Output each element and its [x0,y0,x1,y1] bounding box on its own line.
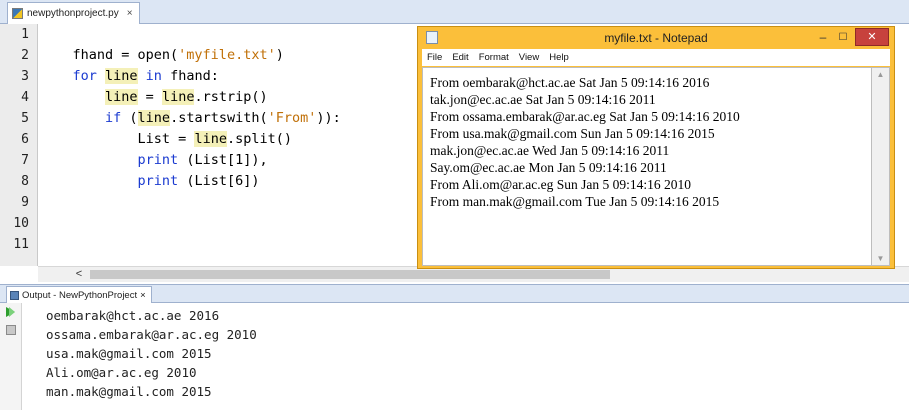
maximize-button[interactable]: ☐ [834,30,852,46]
line-number: 11 [13,237,29,252]
text-line: From Ali.om@ar.ac.eg Sun Jan 5 09:14:16 … [430,177,692,192]
python-file-icon [12,8,23,19]
line-number: 6 [21,132,29,147]
notepad-title-bar[interactable]: myfile.txt - Notepad – ☐ ✕ [418,27,894,49]
output-console[interactable]: oembarak@hct.ac.ae 2016 ossama.embarak@a… [46,306,257,401]
output-line: usa.mak@gmail.com 2015 [46,346,212,361]
close-icon[interactable]: × [140,290,146,301]
minimize-button[interactable]: – [814,30,832,46]
string-literal: 'From' [267,110,317,126]
code-area[interactable]: fhand = open('myfile.txt') for line in f… [40,24,420,266]
text-line: From usa.mak@gmail.com Sun Jan 5 09:14:1… [430,126,715,141]
notepad-text-area[interactable]: From oembarak@hct.ac.ae Sat Jan 5 09:14:… [422,67,872,266]
keyword-token: in [137,68,171,84]
keyword-token: for [40,68,106,84]
scroll-down-icon[interactable]: ▼ [872,254,889,263]
string-literal: 'myfile.txt' [178,47,276,63]
code-token: ) [275,47,284,63]
menu-edit[interactable]: Edit [447,52,473,63]
text-line: From man.mak@gmail.com Tue Jan 5 09:14:1… [430,194,720,209]
stop-icon[interactable] [6,325,16,335]
line-number: 1 [21,27,29,42]
text-line: Say.om@ec.ac.ae Mon Jan 5 09:14:16 2011 [430,160,667,175]
text-line: From oembarak@hct.ac.ae Sat Jan 5 09:14:… [430,75,710,90]
code-token: )): [316,110,341,126]
highlighted-identifier: line [194,131,227,147]
text-line: mak.jon@ec.ac.ae Wed Jan 5 09:14:16 2011 [430,143,670,158]
output-toolbar [0,303,22,410]
menu-view[interactable]: View [514,52,544,63]
highlighted-identifier: line [105,68,138,84]
line-number: 5 [21,111,29,126]
notepad-vertical-scrollbar[interactable]: ▲ ▼ [872,67,890,266]
output-window-icon [10,290,19,300]
line-number: 10 [13,216,29,231]
output-line: oembarak@hct.ac.ae 2016 [46,308,220,323]
keyword-token: print [137,173,179,189]
scrollbar-thumb[interactable] [90,270,610,279]
output-line: ossama.embarak@ar.ac.eg 2010 [46,327,257,342]
output-tab[interactable]: Output - NewPythonProject × [6,286,152,303]
code-token: (List[1]), [178,152,268,168]
line-number: 3 [21,69,29,84]
output-line: Ali.om@ar.ac.eg 2010 [46,365,197,380]
code-token: .split() [226,131,292,147]
highlighted-identifier: line [161,89,195,105]
code-line: for line in fhand: [40,66,420,87]
menu-file[interactable]: File [422,52,447,63]
code-token: ( [129,110,138,126]
highlighted-identifier: line [137,110,171,126]
code-token: = [137,89,162,105]
output-panel: Output - NewPythonProject × oembarak@hct… [0,284,909,410]
keyword-token: print [137,152,179,168]
output-tab-bar: Output - NewPythonProject × [0,284,909,303]
code-line: line = line.rstrip() [40,87,420,108]
editor-file-tab[interactable]: newpythonproject.py × [7,2,140,24]
code-line: print (List[1]), [40,150,420,171]
rerun-icon-overlay [9,307,15,317]
text-line: tak.jon@ec.ac.ae Sat Jan 5 09:14:16 2011 [430,92,656,107]
output-tab-label: Output - NewPythonProject [22,289,138,301]
editor-tab-bar: newpythonproject.py × [0,0,909,24]
code-token: fhand = open( [40,47,179,63]
code-token: .startswith( [170,110,268,126]
code-token: (List[6]) [178,173,260,189]
line-number: 4 [21,90,29,105]
code-token: .rstrip() [194,89,268,105]
close-button[interactable]: ✕ [855,28,889,46]
line-number: 7 [21,153,29,168]
line-number: 8 [21,174,29,189]
code-line: print (List[6]) [40,171,420,192]
scroll-up-icon[interactable]: ▲ [872,70,889,79]
text-line: From ossama.embarak@ar.ac.eg Sat Jan 5 0… [430,109,740,124]
scroll-left-icon[interactable]: < [72,267,86,283]
code-line: fhand = open('myfile.txt') [40,45,420,66]
line-number: 2 [21,48,29,63]
line-number-gutter: 1 2 3 4 5 6 7 8 9 10 11 [0,24,38,266]
code-line: if (line.startswith('From')): [40,108,420,129]
code-token: fhand: [170,68,219,84]
editor-tab-label: newpythonproject.py [27,8,119,19]
highlighted-identifier: line [105,89,138,105]
notepad-menu-bar: File Edit Format View Help [422,49,890,66]
keyword-token: if [40,110,130,126]
code-line: List = line.split() [40,129,420,150]
close-icon[interactable]: × [127,8,133,19]
menu-format[interactable]: Format [474,52,514,63]
output-line: man.mak@gmail.com 2015 [46,384,212,399]
code-token: List = [40,131,195,147]
line-number: 9 [21,195,29,210]
notepad-window: myfile.txt - Notepad – ☐ ✕ File Edit For… [417,26,895,269]
menu-help[interactable]: Help [544,52,574,63]
